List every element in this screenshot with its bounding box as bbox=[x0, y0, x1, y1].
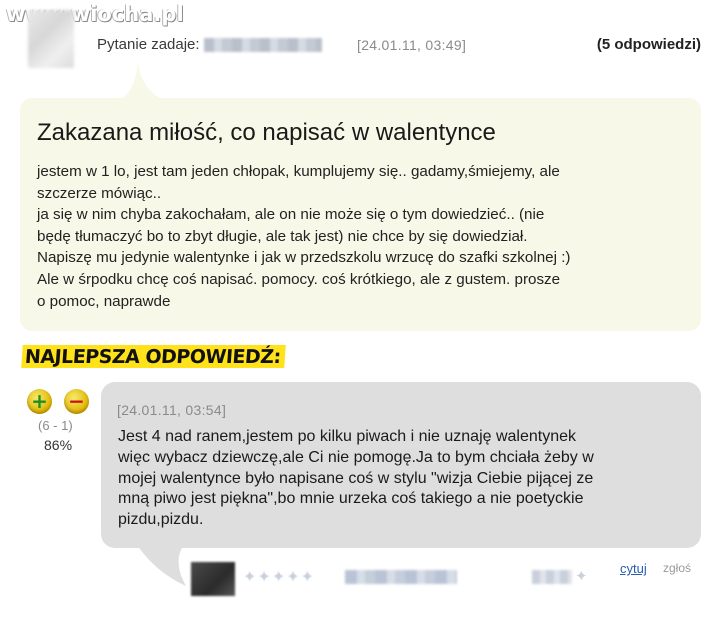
answer-line: pizdu,pizdu. bbox=[118, 511, 204, 529]
question-line: o pomoc, naprawde bbox=[37, 292, 171, 310]
answer-line: mną piwo jest piękna",bo mnie urzeka coś… bbox=[118, 490, 584, 508]
answers-count[interactable]: (5 odpowiedzi) bbox=[597, 36, 701, 53]
answerer-meta-blurred bbox=[532, 570, 572, 584]
question-line: Ale w śrpodku chcę coś napisać. pomocy. … bbox=[37, 270, 561, 288]
question-bubble-tail bbox=[118, 62, 166, 102]
asker-name-blurred[interactable] bbox=[203, 38, 322, 53]
question-line: ja się w nim chyba zakochałam, ale on ni… bbox=[37, 206, 545, 224]
report-link[interactable]: zgłoś bbox=[663, 561, 691, 575]
vote-counts: (6 - 1) bbox=[38, 418, 73, 433]
question-date: [24.01.11, 03:49] bbox=[357, 37, 467, 53]
question-line: Napiszę mu jedynie walentynke i jak w pr… bbox=[37, 249, 571, 267]
answer-date: [24.01.11, 03:54] bbox=[117, 402, 227, 418]
question-body: jestem w 1 lo, jest tam jeden chłopak, k… bbox=[37, 161, 687, 312]
question-title: Zakazana miłość, co napisać w walentynce bbox=[37, 119, 496, 146]
answer-line: więc wybacz dziewczę,ale Ci nie pomogę.J… bbox=[118, 448, 594, 466]
answerer-avatar[interactable] bbox=[191, 562, 235, 596]
question-header: Pytanie zadaje: bbox=[97, 36, 322, 53]
star-icon: ✦ bbox=[575, 568, 588, 585]
vote-up-button[interactable]: + bbox=[27, 389, 52, 414]
vote-down-button[interactable]: − bbox=[64, 389, 89, 414]
answer-line: Jest 4 nad ranem,jestem po kilku piwach … bbox=[118, 428, 577, 445]
answer-bubble-tail bbox=[134, 540, 188, 586]
rank-stars-icon: ✦✦✦✦✦ bbox=[243, 569, 316, 586]
cite-link[interactable]: cytuj bbox=[620, 561, 647, 576]
answer-body: Jest 4 nad ranem,jestem po kilku piwach … bbox=[118, 427, 698, 531]
asker-avatar[interactable] bbox=[28, 10, 74, 68]
minus-icon: − bbox=[68, 388, 85, 413]
plus-icon: + bbox=[31, 388, 48, 413]
answer-line: mojej walentynce było napisane coś w sty… bbox=[118, 469, 594, 487]
question-line: szczerze mówiąc.. bbox=[37, 184, 162, 202]
vote-percent: 86% bbox=[44, 437, 73, 453]
question-line: jestem w 1 lo, jest tam jeden chłopak, k… bbox=[37, 163, 560, 180]
question-line: będę tłumaczyć bo to zbyt długie, ale ta… bbox=[37, 227, 528, 245]
asker-label: Pytanie zadaje: bbox=[97, 36, 200, 53]
answerer-name-blurred[interactable] bbox=[345, 570, 457, 584]
best-answer-label: NAJLEPSZA ODPOWIEDŹ: bbox=[21, 345, 286, 368]
